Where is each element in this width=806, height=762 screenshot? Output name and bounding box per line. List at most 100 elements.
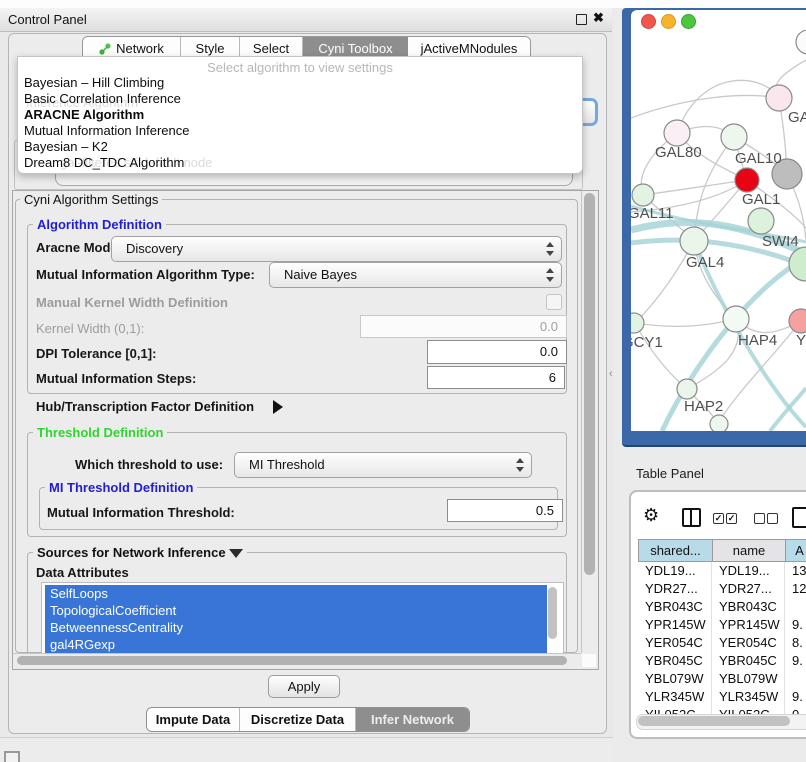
table-cell[interactable]: 9.: [785, 688, 806, 706]
column-header-shared[interactable]: shared...: [639, 540, 713, 561]
data-attribute-item[interactable]: BetweennessCentrality: [45, 619, 547, 636]
data-attribute-item[interactable]: SelfLoops: [45, 585, 547, 602]
table-cell[interactable]: 12: [785, 580, 806, 598]
list-scrollbar-thumb[interactable]: [548, 587, 557, 639]
table-cell[interactable]: YDL19...: [712, 562, 785, 580]
close-traffic-light-icon[interactable]: [641, 14, 656, 29]
mi-type-value: Naive Bayes: [284, 267, 357, 282]
sources-group-title[interactable]: Sources for Network Inference: [33, 545, 247, 560]
network-node[interactable]: [748, 208, 774, 234]
table-cell[interactable]: YPR145W: [712, 616, 785, 634]
algorithm-option[interactable]: Bayesian – Hill Climbing: [18, 75, 582, 91]
table-cell[interactable]: 13: [785, 562, 806, 580]
table-row[interactable]: YDR27...YDR27...12: [638, 580, 806, 598]
network-node[interactable]: [677, 379, 697, 399]
table-cell[interactable]: YBR045C: [712, 652, 785, 670]
table-row[interactable]: YBR045CYBR045C9.: [638, 652, 806, 670]
aracne-mode-combobox[interactable]: Discovery: [111, 236, 562, 262]
network-nodes[interactable]: [631, 30, 806, 431]
table-cell[interactable]: YER054C: [638, 634, 712, 652]
which-threshold-combobox[interactable]: MI Threshold: [234, 452, 532, 478]
table-hscrollbar-thumb[interactable]: [638, 716, 790, 726]
table-row[interactable]: YBL079WYBL079W: [638, 670, 806, 688]
minimize-traffic-light-icon[interactable]: [661, 14, 676, 29]
gear-icon[interactable]: ⚙: [643, 505, 659, 526]
network-node[interactable]: [789, 309, 806, 333]
settings-vscrollbar-thumb[interactable]: [584, 193, 595, 575]
algorithm-option[interactable]: Mutual Information Inference: [18, 123, 582, 139]
algorithm-option[interactable]: ARACNE Algorithm: [18, 107, 582, 123]
algorithm-option[interactable]: Dream8 DC_TDC Algorithm: [18, 155, 582, 171]
network-node[interactable]: [710, 415, 728, 431]
table-options-icon[interactable]: [792, 507, 806, 528]
table-row[interactable]: YLR345WYLR345W9.: [638, 688, 806, 706]
stepper-arrows-icon: [545, 241, 554, 257]
network-node[interactable]: [796, 30, 806, 54]
close-icon[interactable]: ✖: [593, 10, 604, 26]
mi-steps-field[interactable]: 6: [427, 366, 565, 389]
select-all-checkbox-icon[interactable]: ✓: [726, 513, 737, 524]
table-cell[interactable]: 9.: [785, 652, 806, 670]
table-cell[interactable]: 9.: [785, 616, 806, 634]
column-header-name[interactable]: name: [713, 540, 786, 561]
network-node[interactable]: [789, 247, 806, 281]
zoom-traffic-light-icon[interactable]: [681, 14, 696, 29]
table-row[interactable]: YER054CYER054C8.: [638, 634, 806, 652]
table-cell[interactable]: YDR27...: [638, 580, 712, 598]
node-label: GAL: [788, 109, 806, 126]
hub-section-label[interactable]: Hub/Transcription Factor Definition: [36, 399, 254, 414]
table-cell[interactable]: YLR345W: [638, 688, 712, 706]
table-row[interactable]: YDL19...YDL19...13: [638, 562, 806, 580]
network-node[interactable]: [766, 85, 792, 111]
float-window-icon[interactable]: [576, 14, 587, 25]
kernel-width-field[interactable]: 0.0: [360, 315, 567, 338]
column-header-partial[interactable]: A: [786, 540, 806, 561]
column-layout-icon[interactable]: [682, 508, 701, 527]
mi-type-combobox[interactable]: Naive Bayes: [269, 262, 562, 288]
docked-panel-icon[interactable]: [4, 751, 20, 762]
network-node[interactable]: [735, 168, 759, 192]
settings-hscrollbar-thumb[interactable]: [17, 656, 567, 665]
manual-kernel-checkbox[interactable]: [546, 294, 562, 310]
deselect-all-checkbox-icon[interactable]: [767, 513, 778, 524]
table-cell[interactable]: [785, 670, 806, 688]
algorithm-option[interactable]: Basic Correlation Inference: [18, 91, 582, 107]
node-label: GAL80: [655, 144, 702, 161]
network-node[interactable]: [723, 306, 749, 332]
table-row[interactable]: YBR043CYBR043C: [638, 598, 806, 616]
network-node[interactable]: [664, 120, 690, 146]
screen: Control Panel ✖ Network Style Select Cyn…: [0, 0, 806, 762]
tab-discretize-data[interactable]: Discretize Data: [240, 708, 356, 731]
panel-divider-arrow-icon[interactable]: ‹: [609, 368, 613, 380]
expand-arrow-icon[interactable]: [273, 398, 283, 414]
select-all-checkbox-icon[interactable]: ✓: [713, 513, 724, 524]
table-cell[interactable]: YBL079W: [638, 670, 712, 688]
network-node[interactable]: [632, 184, 654, 206]
table-cell[interactable]: 8.: [785, 634, 806, 652]
algorithm-option[interactable]: Bayesian – K2: [18, 139, 582, 155]
mi-threshold-field[interactable]: 0.5: [447, 499, 563, 522]
tab-impute-data[interactable]: Impute Data: [147, 708, 240, 731]
network-canvas[interactable]: GALGAL80GAL10GAL1GAL11SWI4GAL4GCY1HAP4YH…: [631, 30, 806, 431]
data-attribute-item[interactable]: TopologicalCoefficient: [45, 602, 547, 619]
tab-infer-network[interactable]: Infer Network: [356, 708, 469, 731]
algorithm-definition-title: Algorithm Definition: [33, 217, 166, 232]
table-cell[interactable]: YLR345W: [712, 688, 785, 706]
table-cell[interactable]: YBR045C: [638, 652, 712, 670]
table-cell[interactable]: YDL19...: [638, 562, 712, 580]
scrollbar-corner: [582, 654, 596, 667]
table-row[interactable]: YPR145WYPR145W9.: [638, 616, 806, 634]
table-cell[interactable]: YDR27...: [712, 580, 785, 598]
dpi-tolerance-field[interactable]: 0.0: [427, 340, 567, 364]
table-cell[interactable]: YPR145W: [638, 616, 712, 634]
deselect-all-checkbox-icon[interactable]: [754, 513, 765, 524]
data-attribute-item[interactable]: gal4RGexp: [45, 636, 547, 653]
table-cell[interactable]: YER054C: [712, 634, 785, 652]
network-node[interactable]: [721, 124, 747, 150]
table-cell[interactable]: YBL079W: [712, 670, 785, 688]
table-cell[interactable]: [785, 598, 806, 616]
table-cell[interactable]: YBR043C: [638, 598, 712, 616]
table-cell[interactable]: YBR043C: [712, 598, 785, 616]
apply-button[interactable]: Apply: [268, 675, 340, 698]
network-node[interactable]: [680, 227, 708, 255]
